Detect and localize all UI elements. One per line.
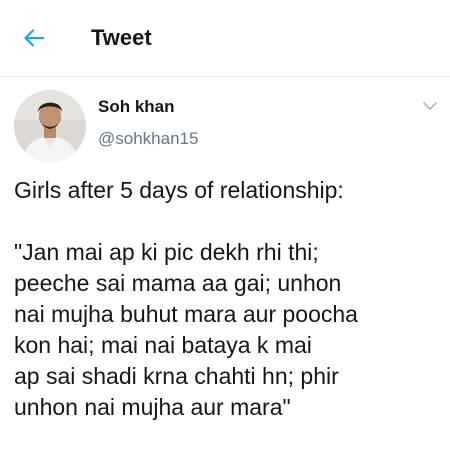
tweet-quote-line: kon hai; mai nai bataya k mai [14, 332, 312, 358]
tweet-quote-line: unhon nai mujha aur mara" [14, 394, 291, 420]
author-name[interactable]: Soh khan [98, 96, 175, 118]
tweet-intro: Girls after 5 days of relationship: [14, 177, 344, 203]
more-options-button[interactable] [419, 96, 441, 116]
tweet-quote-line: ap sai shadi krna chahti hn; phir [14, 363, 339, 389]
avatar[interactable] [14, 90, 86, 162]
tweet-quote-line: nai mujha buhut mara aur poocha [14, 301, 358, 327]
tweet-text: Girls after 5 days of relationship: "Jan… [14, 175, 446, 423]
tweet-quote-line: peeche sai mama aa gai; unhon [14, 270, 342, 296]
top-bar: Tweet [0, 0, 450, 76]
back-button[interactable] [20, 24, 48, 52]
page-title: Tweet [91, 25, 152, 50]
header-divider [0, 76, 450, 77]
tweet-quote-line: "Jan mai ap ki pic dekh rhi thi; [14, 239, 319, 265]
arrow-left-icon [24, 29, 45, 47]
author-handle[interactable]: @sohkhan15 [98, 128, 198, 150]
profile-photo [14, 90, 86, 162]
chevron-down-icon [423, 102, 437, 110]
